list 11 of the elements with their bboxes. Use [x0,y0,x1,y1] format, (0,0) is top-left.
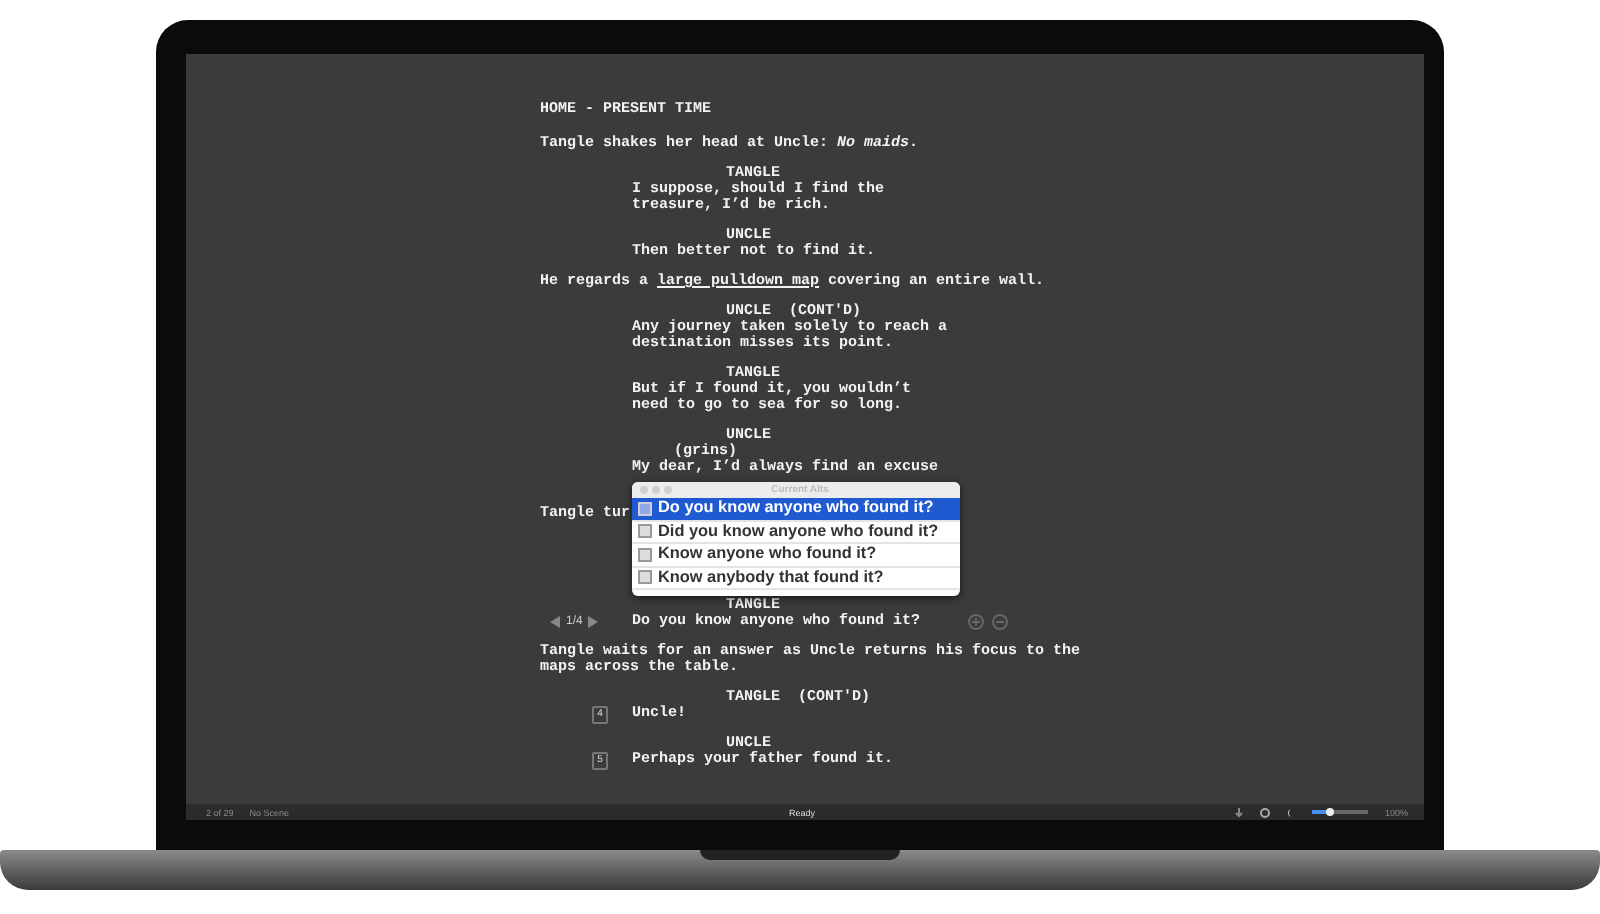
previous-icon[interactable] [550,616,560,628]
next-icon[interactable] [588,616,599,628]
add-icon[interactable] [968,614,984,630]
remove-icon[interactable] [992,614,1008,630]
alt-item[interactable]: Do you know anyone who found it? [632,498,960,521]
alt-item[interactable]: Did you know anyone who found it? [632,521,960,544]
alt-item[interactable]: Know anyone who found it? [632,544,960,567]
download-icon[interactable] [1234,807,1245,817]
slider-thumb[interactable] [1325,808,1334,816]
circle-icon[interactable] [1260,807,1271,817]
alt-item[interactable]: Know anybody that found it? [632,567,960,590]
